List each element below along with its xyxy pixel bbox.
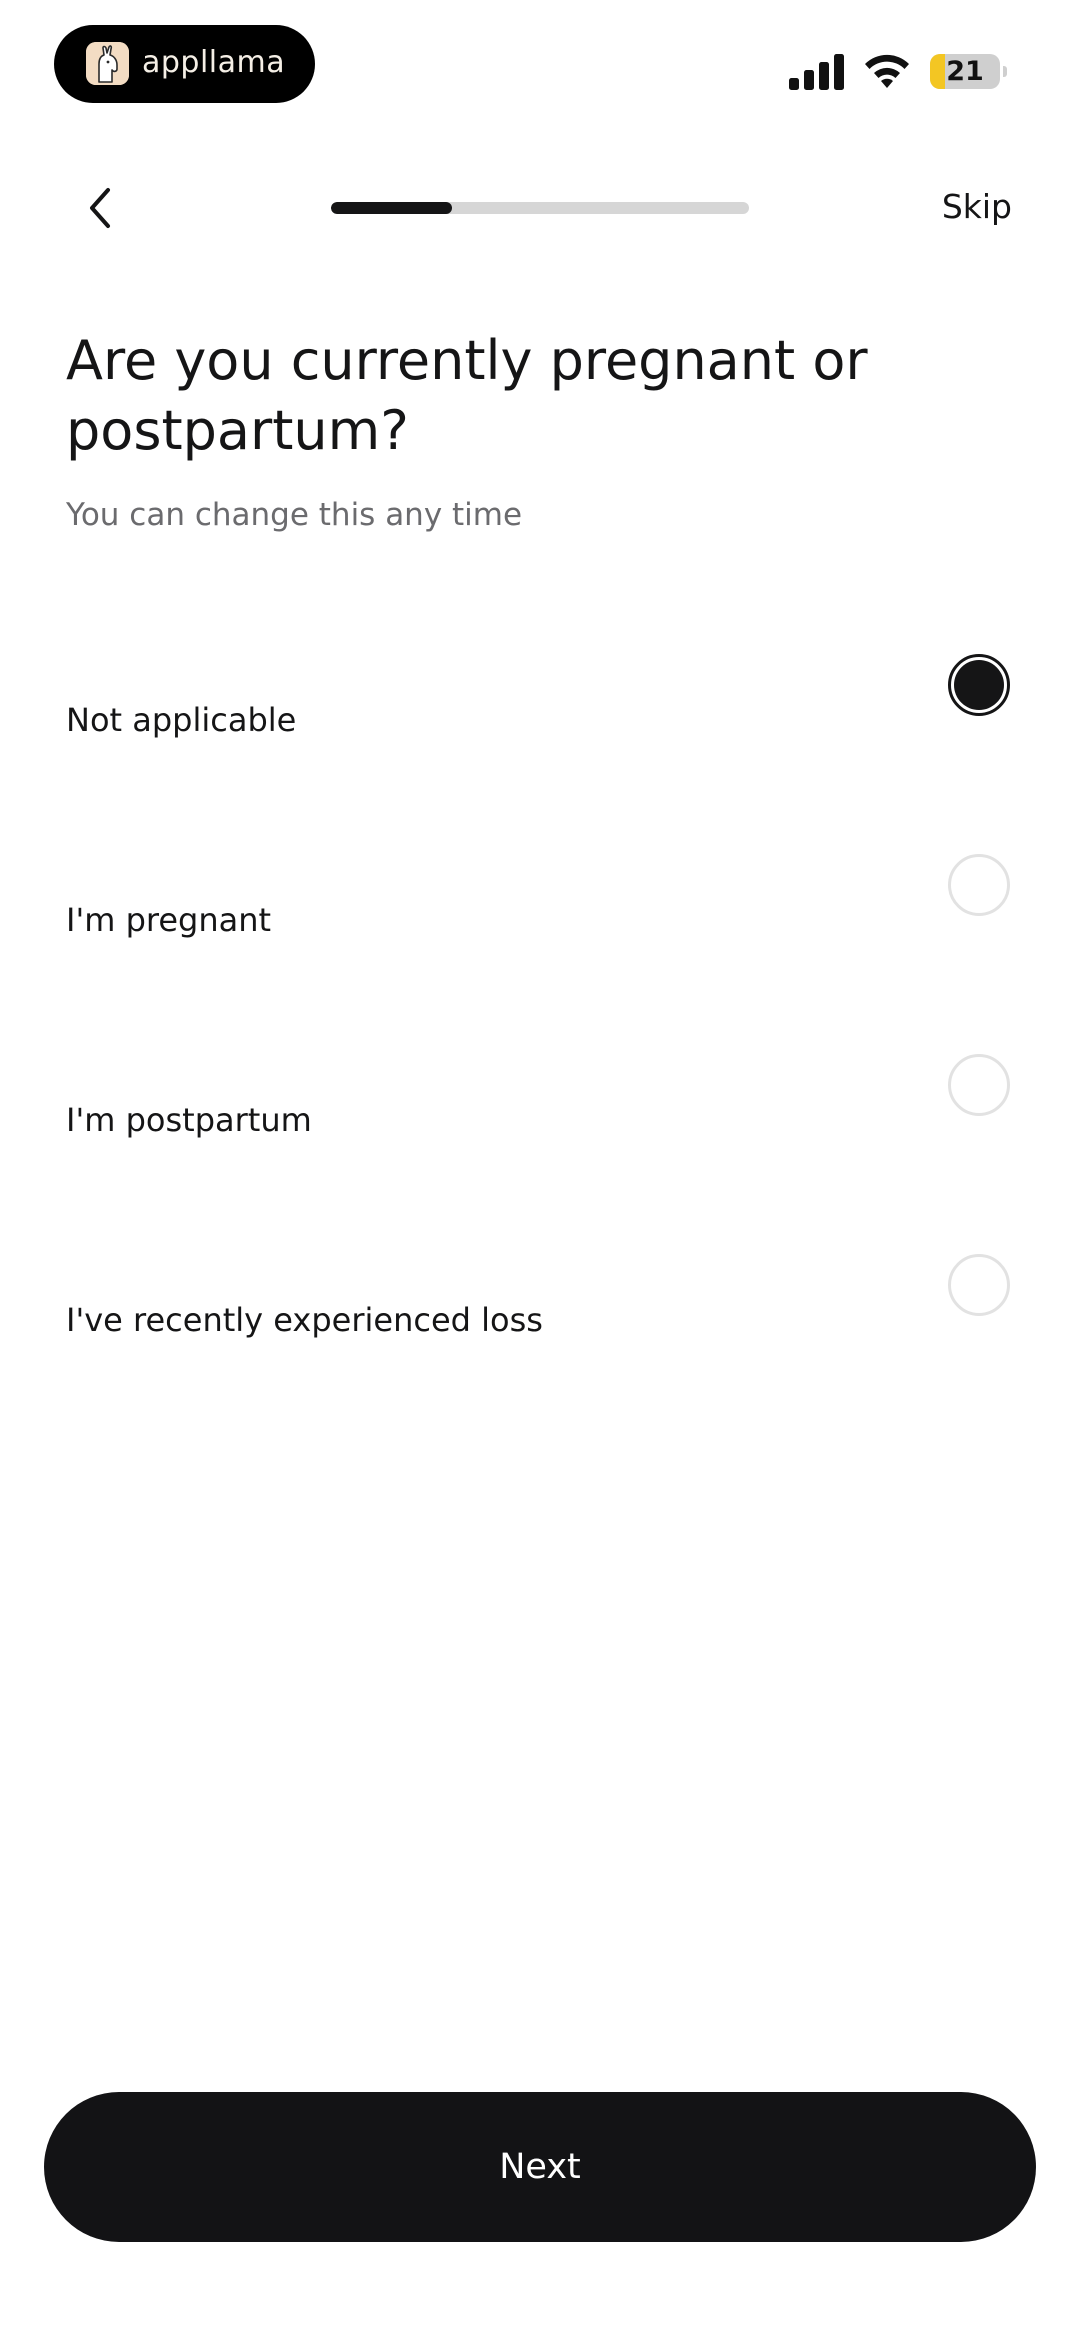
cellular-signal-icon: [789, 54, 844, 90]
chevron-left-icon: [90, 188, 110, 228]
llama-logo-icon: [86, 42, 129, 85]
battery-icon: 21: [930, 54, 1007, 89]
option-label: I'm postpartum: [66, 1101, 312, 1139]
options-list: Not applicable I'm pregnant I'm postpart…: [0, 620, 1080, 1420]
option-label: I've recently experienced loss: [66, 1301, 543, 1339]
status-bar: appllama 21: [0, 0, 1080, 140]
option-not-applicable[interactable]: Not applicable: [0, 620, 1080, 820]
brand-pill[interactable]: appllama: [54, 25, 315, 103]
option-label: I'm pregnant: [66, 901, 272, 939]
progress-fill: [331, 202, 453, 214]
option-postpartum[interactable]: I'm postpartum: [0, 1020, 1080, 1220]
next-button[interactable]: Next: [44, 2092, 1036, 2242]
back-button[interactable]: [62, 170, 138, 246]
brand-name: appllama: [142, 45, 286, 80]
option-pregnant[interactable]: I'm pregnant: [0, 820, 1080, 1020]
battery-body: 21: [930, 54, 1000, 89]
radio-button[interactable]: [948, 854, 1010, 916]
wifi-icon: [865, 54, 909, 88]
radio-button[interactable]: [948, 1054, 1010, 1116]
question-subtitle: You can change this any time: [66, 497, 523, 533]
skip-button[interactable]: Skip: [942, 186, 1012, 228]
option-label: Not applicable: [66, 701, 297, 739]
battery-level: 21: [946, 56, 984, 87]
progress-bar: [331, 202, 749, 214]
radio-button[interactable]: [948, 654, 1010, 716]
battery-nub: [1003, 66, 1007, 77]
question-title: Are you currently pregnant or postpartum…: [66, 329, 868, 462]
radio-button[interactable]: [948, 1254, 1010, 1316]
option-recent-loss[interactable]: I've recently experienced loss: [0, 1220, 1080, 1420]
